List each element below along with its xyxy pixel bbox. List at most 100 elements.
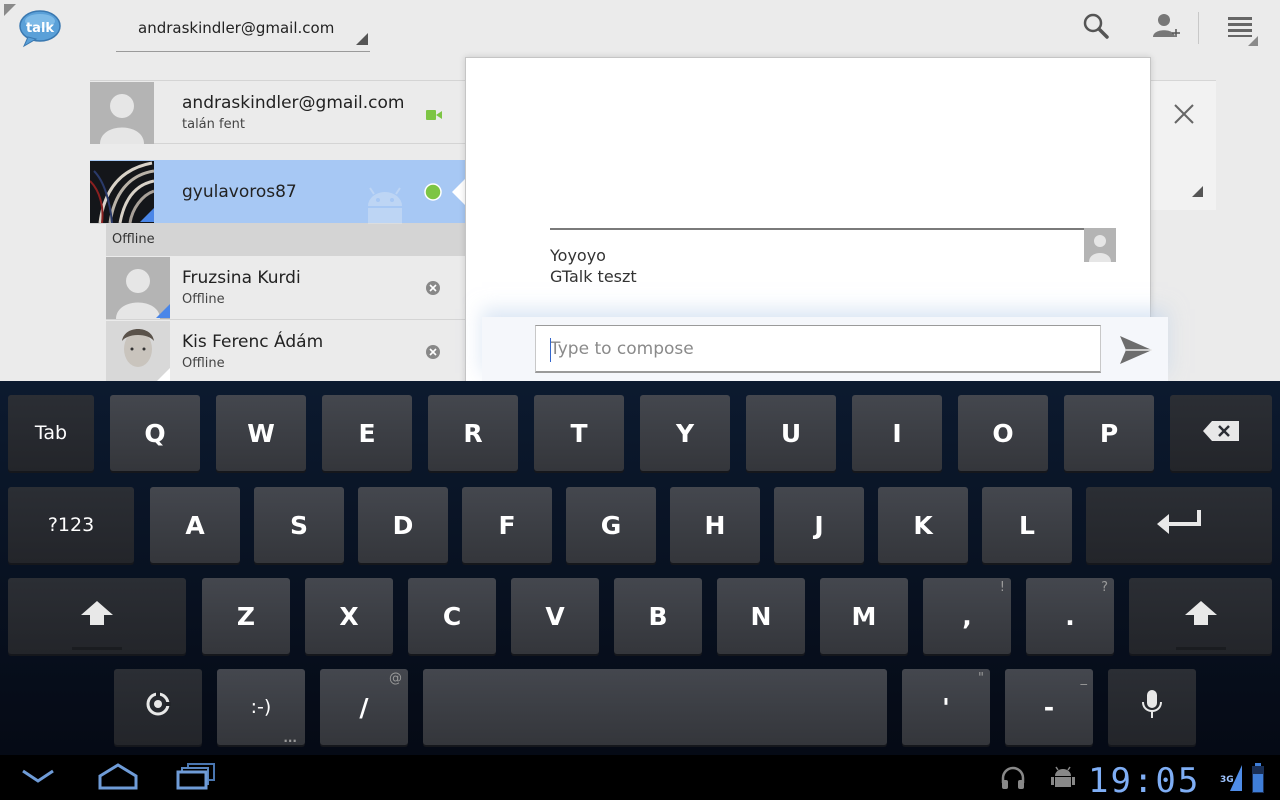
key-settings[interactable] [114, 669, 202, 745]
key-label: , [962, 601, 972, 631]
avatar [1084, 228, 1116, 262]
key-c[interactable]: C [408, 578, 496, 654]
key-o[interactable]: O [958, 395, 1048, 471]
key-x[interactable]: X [305, 578, 393, 654]
recent-apps-button[interactable] [166, 759, 226, 797]
key-backspace[interactable] [1170, 395, 1272, 471]
contact-row-self[interactable]: andraskindler@gmail.com talán fent [90, 80, 465, 144]
corner-indicator [1248, 36, 1258, 46]
hide-keyboard-button[interactable] [8, 759, 68, 797]
key-label: - [1043, 692, 1055, 722]
close-chat-button[interactable] [1170, 100, 1198, 128]
key-m[interactable]: M [820, 578, 908, 654]
key-u[interactable]: U [746, 395, 836, 471]
key-j[interactable]: J [774, 487, 864, 563]
add-friend-button[interactable] [1148, 10, 1184, 46]
key-symbols[interactable]: ?123 [8, 487, 134, 563]
key-voice[interactable] [1108, 669, 1196, 745]
talk-logo[interactable]: talk [18, 10, 62, 48]
compose-input[interactable] [550, 336, 1080, 362]
key-a[interactable]: A [150, 487, 240, 563]
key-hint: " [978, 671, 984, 686]
shift-indicator [1175, 647, 1226, 650]
key-l[interactable]: L [982, 487, 1072, 563]
badge-indicator [140, 208, 154, 222]
key-label: O [992, 418, 1014, 448]
clock[interactable]: 19:05 [1088, 761, 1200, 800]
video-chat-icon[interactable] [426, 106, 442, 125]
key-v[interactable]: V [511, 578, 599, 654]
key-w[interactable]: W [216, 395, 306, 471]
key-dash[interactable]: - _ [1005, 669, 1093, 745]
key-e[interactable]: E [322, 395, 412, 471]
key-enter[interactable] [1086, 487, 1272, 563]
key-z[interactable]: Z [202, 578, 290, 654]
android-icon [360, 186, 410, 228]
send-button[interactable] [1116, 330, 1156, 370]
key-label: M [851, 601, 877, 631]
shift-icon [1183, 599, 1219, 633]
key-h[interactable]: H [670, 487, 760, 563]
headphones-icon [1000, 765, 1026, 795]
signal-icon [1228, 763, 1244, 797]
key-smiley[interactable]: :-)... [217, 669, 305, 745]
key-b[interactable]: B [614, 578, 702, 654]
key-s[interactable]: S [254, 487, 344, 563]
chevron-down-icon [20, 767, 56, 789]
contact-row-selected[interactable]: gyulavoros87 [90, 160, 465, 224]
contact-name: andraskindler@gmail.com [182, 93, 405, 113]
key-label: . [1065, 601, 1075, 631]
badge-indicator [156, 368, 170, 381]
key-label: Tab [34, 422, 68, 444]
key-hint: ? [1101, 580, 1108, 595]
key-label: / [359, 692, 369, 722]
key-k[interactable]: K [878, 487, 968, 563]
key-label: X [339, 601, 359, 631]
key-label: ?123 [47, 514, 95, 536]
key-label: U [780, 418, 802, 448]
key-r[interactable]: R [428, 395, 518, 471]
search-button[interactable] [1078, 10, 1114, 46]
badge-indicator [156, 304, 170, 318]
key-shift-left[interactable] [8, 578, 186, 654]
key-shift-right[interactable] [1129, 578, 1272, 654]
account-selector[interactable]: andraskindler@gmail.com [116, 8, 370, 52]
key-period[interactable]: .? [1026, 578, 1114, 654]
key-hint: ... [283, 731, 297, 745]
contact-row[interactable]: Fruzsina Kurdi Offline [106, 256, 465, 320]
key-label: B [648, 601, 668, 631]
talk-app: talk andraskindler@gmail.com andraskindl… [0, 0, 1280, 381]
key-label: P [1099, 418, 1119, 448]
offline-status-icon [425, 344, 441, 364]
home-icon [97, 762, 139, 794]
key-label: Q [144, 418, 166, 448]
key-f[interactable]: F [462, 487, 552, 563]
key-label: S [289, 510, 308, 540]
key-label: L [1019, 510, 1035, 540]
key-apostrophe[interactable]: ' " [902, 669, 990, 745]
key-y[interactable]: Y [640, 395, 730, 471]
offline-status-icon [425, 280, 441, 300]
battery-icon [1252, 763, 1264, 797]
key-g[interactable]: G [566, 487, 656, 563]
key-space[interactable] [423, 669, 887, 745]
section-label: Offline [112, 232, 155, 247]
chat-pointer [452, 178, 466, 206]
shift-icon [79, 599, 115, 633]
key-q[interactable]: Q [110, 395, 200, 471]
key-tab[interactable]: Tab [8, 395, 94, 471]
key-n[interactable]: N [717, 578, 805, 654]
contact-row[interactable]: Kis Ferenc Ádám Offline [106, 320, 465, 381]
home-button[interactable] [88, 759, 148, 797]
key-i[interactable]: I [852, 395, 942, 471]
key-d[interactable]: D [358, 487, 448, 563]
compose-field[interactable] [535, 325, 1101, 373]
account-email: andraskindler@gmail.com [138, 19, 335, 37]
key-comma[interactable]: ,! [923, 578, 1011, 654]
key-slash[interactable]: / @ [320, 669, 408, 745]
key-label: V [545, 601, 565, 631]
key-t[interactable]: T [534, 395, 624, 471]
key-p[interactable]: P [1064, 395, 1154, 471]
dropdown-indicator-icon [356, 33, 368, 45]
key-label: I [892, 418, 902, 448]
